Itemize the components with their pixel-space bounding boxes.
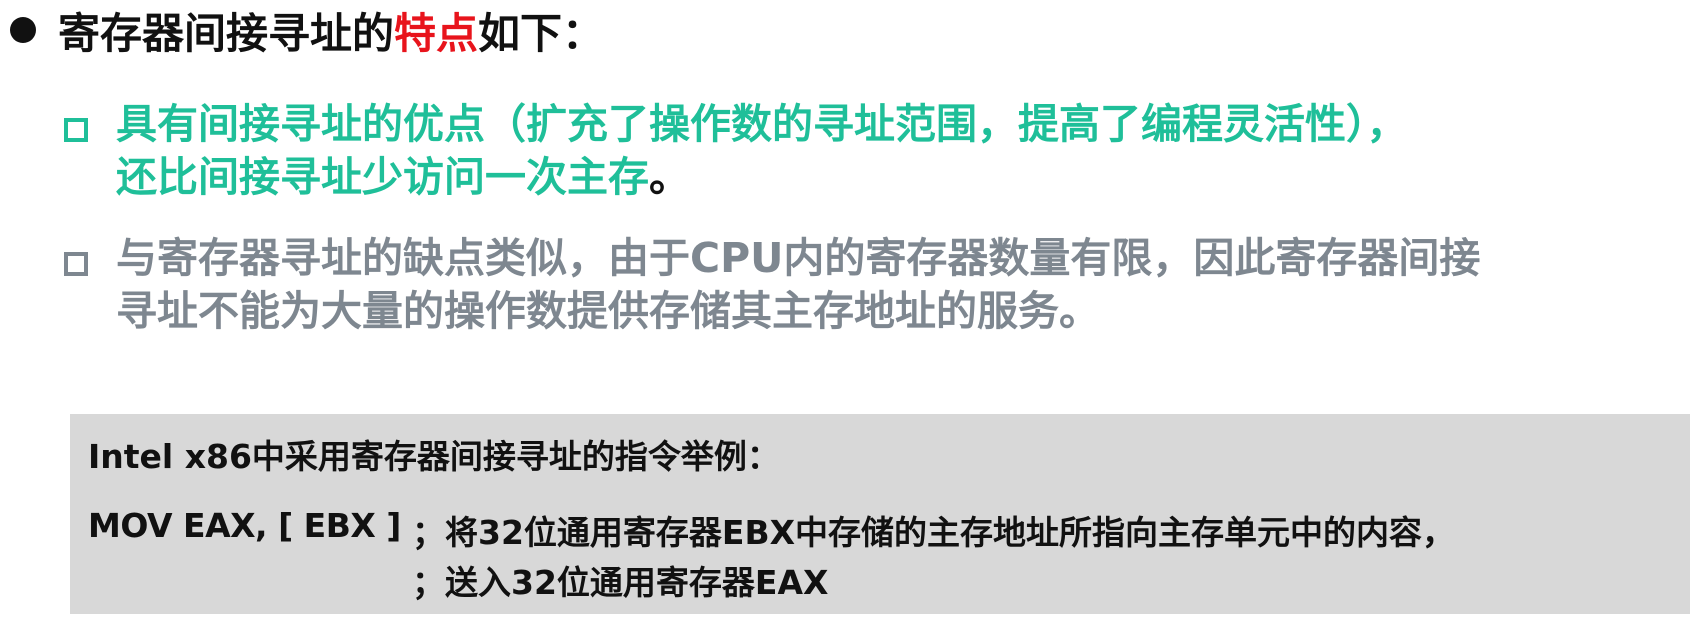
example-comment-line1: ；将32位通用寄存器EBX中存储的主存地址所指向主存单元中的内容， xyxy=(412,513,1456,552)
point-disadvantage: 与寄存器寻址的缺点类似，由于CPU内的寄存器数量有限，因此寄存器间接 寻址不能为… xyxy=(64,232,1480,338)
square-bullet-icon xyxy=(64,118,88,142)
heading-prefix: 寄存器间接寻址的 xyxy=(58,8,395,58)
example-comment-line2: ；送入32位通用寄存器EAX xyxy=(412,563,829,602)
example-title: Intel x86中采用寄存器间接寻址的指令举例： xyxy=(88,437,780,476)
bullet-dot-icon xyxy=(10,17,36,43)
point-advantage-line2-wrap: 还比间接寻址少访问一次主存。 xyxy=(116,151,1408,204)
heading-suffix: 如下： xyxy=(478,8,605,58)
example-box: Intel x86中采用寄存器间接寻址的指令举例： MOV EAX, [ EBX… xyxy=(70,414,1690,614)
example-instruction: MOV EAX, [ EBX ] xyxy=(88,506,401,545)
slide-heading: 寄存器间接寻址的 特点 如下： xyxy=(10,2,604,58)
square-bullet-icon xyxy=(64,252,88,276)
point-advantage-text: 具有间接寻址的优点（扩充了操作数的寻址范围，提高了编程灵活性）， 还比间接寻址少… xyxy=(116,98,1408,204)
point-advantage-tail: 。 xyxy=(649,153,690,201)
point-disadvantage-line2: 寻址不能为大量的操作数提供存储其主存地址的服务。 xyxy=(116,287,1100,335)
point-advantage-line1: 具有间接寻址的优点（扩充了操作数的寻址范围，提高了编程灵活性）， xyxy=(116,100,1408,148)
point-advantage: 具有间接寻址的优点（扩充了操作数的寻址范围，提高了编程灵活性）， 还比间接寻址少… xyxy=(64,98,1408,204)
point-disadvantage-text: 与寄存器寻址的缺点类似，由于CPU内的寄存器数量有限，因此寄存器间接 寻址不能为… xyxy=(116,232,1480,338)
heading-accent: 特点 xyxy=(394,8,479,58)
point-advantage-line2: 还比间接寻址少访问一次主存 xyxy=(116,153,649,201)
point-disadvantage-line1: 与寄存器寻址的缺点类似，由于CPU内的寄存器数量有限，因此寄存器间接 xyxy=(116,234,1481,282)
